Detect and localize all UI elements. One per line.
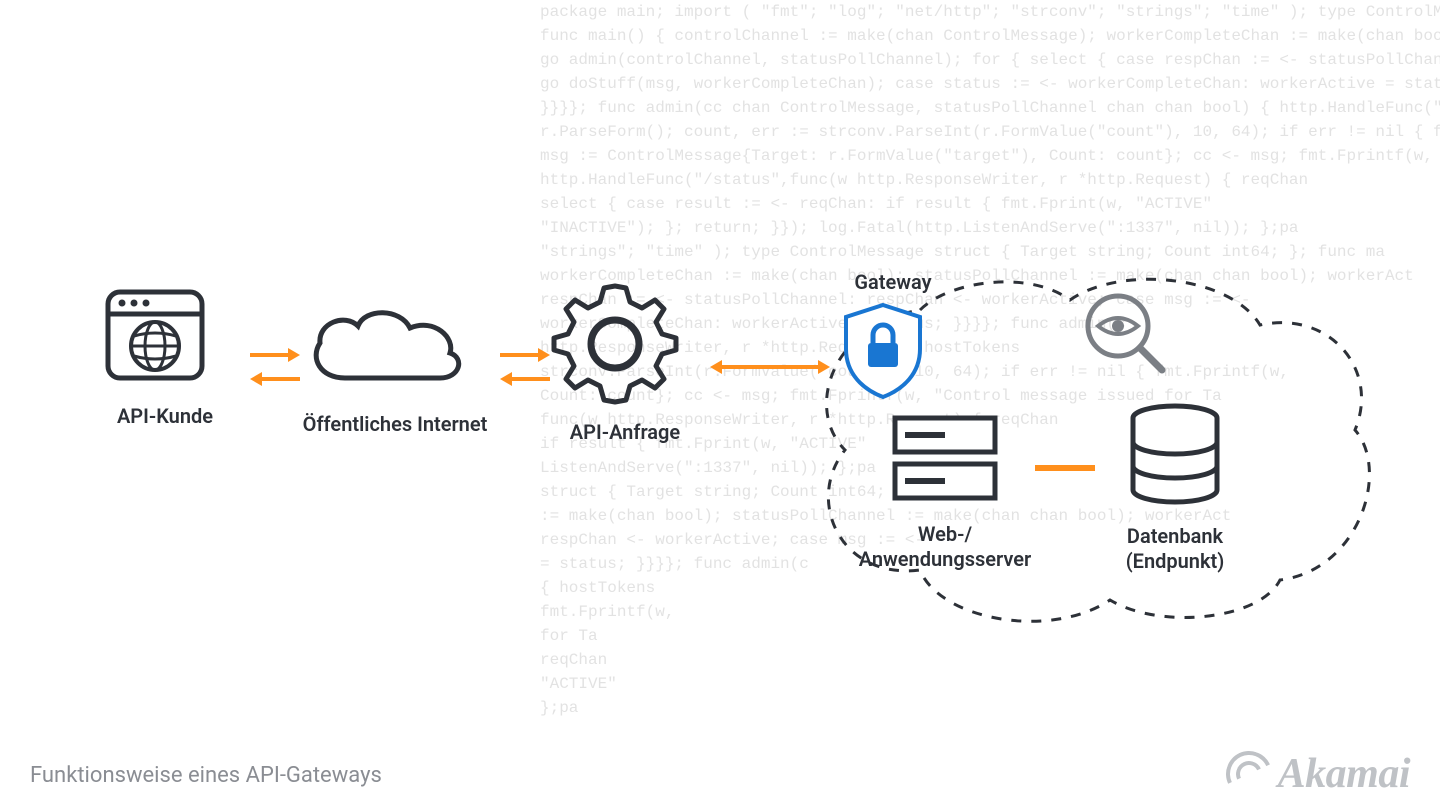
browser-globe-icon xyxy=(100,280,210,390)
node-gateway: Gateway xyxy=(838,270,948,401)
node-internet: Öffentliches Internet xyxy=(300,298,490,437)
cloud-icon xyxy=(300,298,470,398)
node-monitor xyxy=(1080,288,1180,378)
figure-caption: Funktionsweise eines API-Gateways xyxy=(30,763,382,788)
label-internet: Öffentliches Internet xyxy=(300,412,490,437)
node-api-anfrage: API-Anfrage xyxy=(550,276,700,445)
node-api-kunde: API-Kunde xyxy=(100,280,230,429)
node-database: Datenbank (Endpunkt) xyxy=(1090,400,1260,574)
diagram-canvas: API-Kunde Öffentliches Internet API-Anfr… xyxy=(100,280,1380,640)
node-web-app-server: Web-/ Anwendungsserver xyxy=(850,408,1040,572)
database-icon xyxy=(1120,400,1230,510)
akamai-logo-text: Akamai xyxy=(1278,750,1410,798)
label-gateway: Gateway xyxy=(838,270,948,295)
arrow-right-icon xyxy=(500,348,550,362)
arrow-left-icon xyxy=(250,372,300,386)
label-api-anfrage: API-Anfrage xyxy=(550,420,700,445)
label-web-app: Web-/ Anwendungsserver xyxy=(850,522,1040,572)
akamai-wave-icon xyxy=(1219,745,1278,804)
arrows-kunde-internet xyxy=(250,348,300,386)
shield-lock-icon xyxy=(838,301,928,401)
label-api-kunde: API-Kunde xyxy=(100,404,230,429)
magnifier-eye-icon xyxy=(1080,288,1170,378)
arrows-internet-anfrage xyxy=(500,348,550,386)
gear-icon xyxy=(550,276,680,406)
server-icon xyxy=(885,408,1005,508)
connector-server-db xyxy=(1035,465,1095,471)
label-database: Datenbank (Endpunkt) xyxy=(1090,524,1260,574)
akamai-logo: Akamai xyxy=(1226,750,1410,798)
arrow-right-icon xyxy=(250,348,300,362)
arrow-left-icon xyxy=(500,372,550,386)
